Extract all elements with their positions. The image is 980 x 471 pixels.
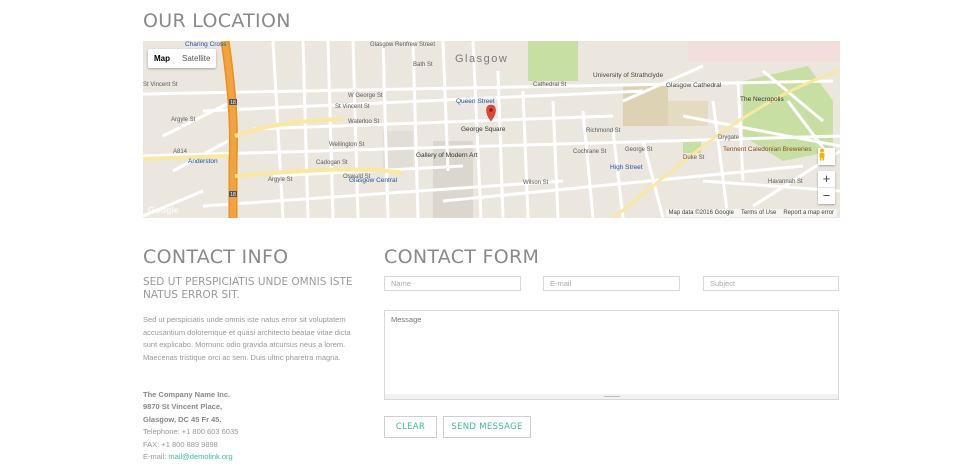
- company-email-row: E-mail: mail@demolink.org: [143, 451, 238, 463]
- motorway-badge-label: 18: [230, 192, 236, 198]
- street-label: Bath St: [413, 62, 433, 68]
- map-canvas[interactable]: 18 18 Glasgow Glasgow Renfrew Street St …: [143, 41, 840, 218]
- campus-area: [668, 101, 708, 126]
- location-title: OUR LOCATION: [143, 10, 291, 32]
- pegman-button[interactable]: [818, 148, 835, 165]
- street-label: Waterloo St: [348, 119, 379, 125]
- contact-info-paragraph: Sed ut perspiciatis unde omnis iste natu…: [143, 315, 351, 362]
- place-necropolis: The Necropolis: [740, 96, 784, 103]
- textarea-resize-handle[interactable]: [385, 394, 838, 399]
- send-message-button[interactable]: SEND MESSAGE: [443, 416, 531, 438]
- location-marker-icon[interactable]: [486, 104, 496, 122]
- street-label: Glasgow Renfrew Street: [370, 42, 435, 48]
- street-label: Havannah St: [768, 179, 803, 185]
- report-error-link[interactable]: Report a map error: [783, 210, 834, 216]
- place-glasgow-central: Glasgow Central: [349, 177, 398, 184]
- street-label: A814: [173, 149, 188, 155]
- street-label: George St: [625, 147, 653, 153]
- company-street: 9870 St Vincent Place,: [143, 402, 223, 412]
- map-type-toggle: Map Satellite: [148, 49, 217, 68]
- hospital-area: [688, 41, 840, 61]
- company-telephone: Telephone: +1 800 603 6035: [143, 427, 239, 437]
- company-city: Glasgow, DC 45 Fr 45.: [143, 414, 222, 424]
- place-gallery: Gallery of Modern Art: [416, 152, 478, 159]
- street-label: W George St: [348, 93, 383, 99]
- street-label: Cadogan St: [316, 160, 348, 166]
- contact-form-title: CONTACT FORM: [384, 246, 540, 268]
- terms-link[interactable]: Terms of Use: [741, 210, 776, 216]
- map-tab-satellite[interactable]: Satellite: [176, 49, 216, 68]
- place-glasgow-cathedral: Glasgow Cathedral: [666, 82, 722, 89]
- map-tab-map[interactable]: Map: [148, 49, 176, 68]
- park-area: [528, 41, 578, 81]
- company-fax: FAX: +1 800 889 9898: [143, 439, 218, 449]
- google-logo: Google: [148, 205, 179, 215]
- place-queen-street: Queen Street: [456, 98, 495, 105]
- map-data-credit: Map data ©2016 Google: [668, 210, 734, 216]
- street-label: Cochrane St: [573, 149, 607, 155]
- street-label: Duke St: [683, 155, 705, 161]
- place-anderston: Anderston: [188, 158, 218, 165]
- zoom-controls: + −: [818, 171, 835, 204]
- company-address: The Company Name Inc. 9870 St Vincent Pl…: [143, 389, 238, 463]
- email-link[interactable]: mail@demolink.org: [168, 452, 232, 461]
- company-name: The Company Name Inc.: [143, 390, 231, 399]
- street-label: Argyle St: [171, 117, 196, 123]
- place-university: University of Strathclyde: [593, 72, 663, 79]
- place-charing-cross: Charing Cross: [185, 41, 227, 48]
- subject-input[interactable]: [703, 276, 839, 291]
- zoom-in-button[interactable]: +: [818, 171, 835, 187]
- contact-info-title: CONTACT INFO: [143, 246, 289, 268]
- city-label: Glasgow: [455, 53, 508, 65]
- street-label: Drygate: [718, 135, 740, 141]
- place-tennent: Tennent Caledonian Breweries: [723, 146, 812, 153]
- street-label: St Vincent St: [143, 82, 178, 88]
- map[interactable]: 18 18 Glasgow Glasgow Renfrew Street St …: [143, 41, 840, 218]
- email-input[interactable]: [543, 276, 680, 291]
- place-high-street: High Street: [610, 164, 643, 171]
- zoom-out-button[interactable]: −: [818, 187, 835, 204]
- street-label: Wellington St: [329, 142, 365, 148]
- place-george-square: George Square: [461, 126, 506, 133]
- motorway-badge-label: 18: [230, 100, 236, 106]
- street-label: Richmond St: [586, 128, 621, 134]
- name-input[interactable]: [384, 276, 521, 291]
- street-label: Argyle St: [268, 177, 293, 183]
- street-label: St Vincent St: [335, 104, 370, 110]
- contact-info-lead: SED UT PERSPICIATIS UNDE OMNIS ISTE NATU…: [143, 276, 353, 301]
- clear-button[interactable]: CLEAR: [384, 416, 437, 438]
- pegman-icon: [819, 148, 825, 161]
- message-textarea[interactable]: [384, 310, 839, 400]
- street-label: Wilson St: [523, 180, 549, 186]
- map-attribution: Map data ©2016 Google Terms of Use Repor…: [665, 209, 837, 217]
- email-label: E-mail:: [143, 452, 169, 462]
- street-label: Cathedral St: [533, 82, 567, 88]
